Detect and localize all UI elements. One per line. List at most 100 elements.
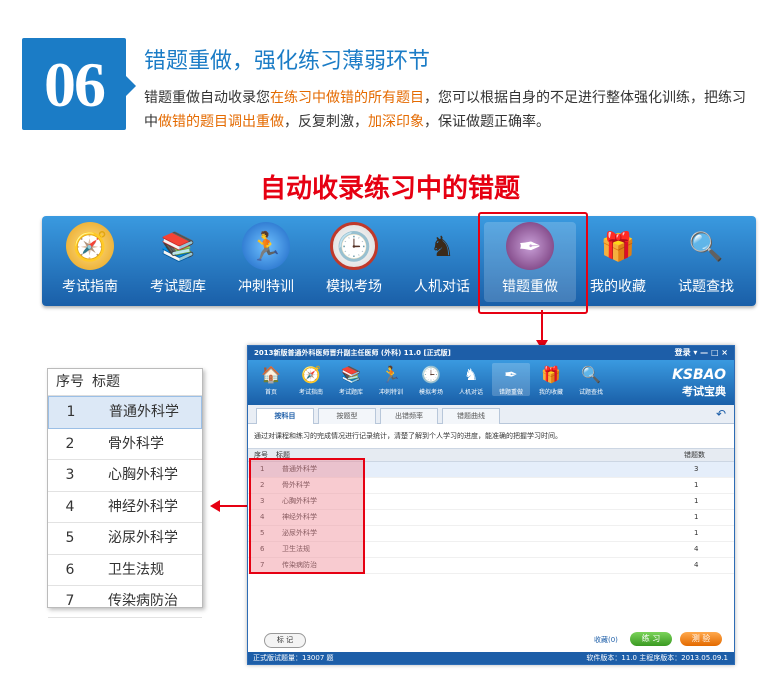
arrow-left-line — [220, 505, 250, 507]
app-nav-redo[interactable]: ✒ 错题重做 — [492, 363, 530, 396]
brand-logo: KSBAO 考试宝典 — [672, 367, 726, 399]
step-number-badge: 06 — [22, 38, 136, 130]
list-header-title: 标题 — [92, 374, 120, 390]
td-count: 1 — [694, 513, 699, 521]
list-item-no: 5 — [65, 530, 75, 546]
books-icon: 📚 — [160, 229, 196, 263]
nav-question-search[interactable]: 🔍 试题查找 — [660, 222, 752, 302]
app-nav-favorites[interactable]: 🎁 我的收藏 — [532, 363, 570, 396]
td-count: 4 — [694, 561, 699, 569]
list-item[interactable]: 2 骨外科学 — [48, 429, 202, 460]
mark-button[interactable]: 标 记 — [264, 633, 306, 648]
list-item-no: 1 — [66, 404, 76, 420]
desc-highlight-3: 加深印象 — [368, 114, 424, 130]
runner-icon: 🏃 — [242, 222, 290, 270]
td-count: 1 — [694, 529, 699, 537]
nav-label: 考试题库 — [150, 279, 206, 295]
app-nav-mock[interactable]: 🕒 模拟考场 — [412, 363, 450, 396]
nav-question-bank[interactable]: 📚 考试题库 — [132, 222, 224, 302]
app-nav-label: 首页 — [264, 389, 277, 396]
nav-mock-exam[interactable]: 🕒 模拟考场 — [308, 222, 400, 302]
tab-by-type[interactable]: 按题型 — [318, 408, 376, 424]
list-header-no: 序号 — [56, 374, 84, 390]
desc-highlight-1: 在练习中做错的所有题目 — [270, 90, 424, 106]
books-icon: 📚 — [341, 365, 361, 384]
app-nav-sprint[interactable]: 🏃 冲刺特训 — [372, 363, 410, 396]
gift-box-icon: 🎁 — [541, 365, 561, 384]
runner-icon: 🏃 — [381, 365, 401, 384]
tab-error-frequency[interactable]: 出错频率 — [380, 408, 438, 424]
list-item-no: 3 — [65, 467, 75, 483]
app-nav-label: 模拟考场 — [418, 389, 443, 396]
nav-label: 考试指南 — [62, 279, 118, 295]
list-item[interactable]: 5 泌尿外科学 — [48, 523, 202, 555]
back-arrow-icon[interactable]: ↶ — [716, 407, 726, 421]
td-count: 1 — [694, 497, 699, 505]
step-number: 06 — [44, 49, 106, 120]
app-nav-label: 考试题库 — [338, 389, 363, 396]
tab-by-subject[interactable]: 按科目 — [256, 408, 314, 424]
nav-label: 试题查找 — [678, 279, 734, 295]
desc-part-4: ，保证做题正确率。 — [424, 114, 550, 130]
clock-icon: 🕒 — [421, 365, 441, 384]
td-count: 3 — [694, 465, 699, 473]
app-nav-question-bank[interactable]: 📚 考试题库 — [332, 363, 370, 396]
list-item[interactable]: 7 传染病防治 — [48, 586, 202, 618]
feature-heading: 错题重做，强化练习薄弱环节 — [144, 49, 431, 74]
nav-man-machine-dialog[interactable]: ♞ 人机对话 — [396, 222, 488, 302]
list-item[interactable]: 6 卫生法规 — [48, 555, 202, 586]
collect-link[interactable]: 收藏(0) — [594, 635, 618, 645]
feature-description: 错题重做自动收录您在练习中做错的所有题目，您可以根据自身的不足进行整体强化训练，… — [144, 86, 754, 134]
section-title: 自动收录练习中的错题 — [259, 174, 520, 204]
app-title: 2013新版普通外科医师晋升副主任医师 (外科) 11.0 [正式版] — [254, 349, 451, 357]
list-item-title: 泌尿外科学 — [108, 530, 178, 546]
nav-label: 冲刺特训 — [238, 279, 294, 295]
td-count: 1 — [694, 481, 699, 489]
home-icon: 🏠 — [261, 365, 281, 384]
window-controls[interactable]: 登录 ▾ — □ × — [675, 346, 728, 360]
main-nav-bar: 🧭 考试指南 📚 考试题库 🏃 冲刺特训 🕒 模拟考场 ♞ 人机对话 ✒ 错题重… — [42, 216, 756, 306]
pen-ink-icon: ✒ — [504, 365, 518, 384]
arrow-left-icon — [210, 500, 220, 512]
zoomed-wrong-question-list: 序号 标题 1 普通外科学 2 骨外科学 3 心胸外科学 4 神经外科学 5 泌尿外科学 … — [47, 368, 203, 618]
nav-exam-guide[interactable]: 🧭 考试指南 — [44, 222, 136, 302]
list-item[interactable]: 1 普通外科学 — [48, 396, 202, 429]
list-item-title: 传染病防治 — [108, 593, 178, 609]
tab-error-curve[interactable]: 错题曲线 — [442, 408, 500, 424]
desc-part-1: 错题重做自动收录您 — [144, 90, 270, 106]
list-item-title: 骨外科学 — [108, 435, 164, 452]
status-version: 软件版本：11.0 主程序版本：2013.05.09.1 — [586, 654, 728, 662]
info-text: 通过对课程和练习的完成情况进行记录统计，清楚了解到个人学习的进度，能准确的把握学… — [254, 432, 562, 440]
practice-button[interactable]: 练 习 — [630, 632, 672, 646]
app-title-bar: 2013新版普通外科医师晋升副主任医师 (外科) 11.0 [正式版] 登录 ▾… — [248, 346, 734, 360]
wrong-list-highlight — [249, 458, 365, 574]
status-bar: 正式版试题量：13007 题 软件版本：11.0 主程序版本：2013.05.0… — [248, 652, 734, 664]
list-item-title: 卫生法规 — [108, 561, 164, 578]
app-nav-bar: 🏠 首页 🧭 考试指南 📚 考试题库 🏃 冲刺特训 🕒 模拟考场 ♞ 人机对话 ✒ 错题重做 … — [248, 360, 734, 405]
chess-knight-icon: ♞ — [463, 365, 479, 384]
app-nav-search[interactable]: 🔍 试题查找 — [572, 363, 610, 396]
list-item-no: 6 — [65, 561, 75, 578]
list-item-no: 2 — [65, 435, 75, 452]
magnifier-icon: 🔍 — [688, 229, 724, 263]
app-nav-label: 人机对话 — [458, 389, 483, 396]
badge-pointer — [126, 76, 136, 96]
td-count: 4 — [694, 545, 699, 553]
test-button[interactable]: 测 验 — [680, 632, 722, 646]
list-item[interactable]: 3 心胸外科学 — [48, 460, 202, 492]
app-nav-exam-guide[interactable]: 🧭 考试指南 — [292, 363, 330, 396]
list-item-no: 7 — [65, 593, 75, 609]
gift-box-icon: 🎁 — [600, 229, 636, 263]
nav-sprint-training[interactable]: 🏃 冲刺特训 — [220, 222, 312, 302]
arrow-down-line — [541, 310, 543, 344]
list-item-title: 心胸外科学 — [108, 467, 178, 483]
app-bottom-bar: 标 记 收藏(0) 练 习 测 验 — [248, 632, 734, 648]
app-nav-home[interactable]: 🏠 首页 — [252, 363, 290, 396]
list-header: 序号 标题 — [48, 369, 202, 396]
app-nav-label: 我的收藏 — [538, 389, 563, 396]
app-nav-dialog[interactable]: ♞ 人机对话 — [452, 363, 490, 396]
desc-part-3: ，反复刺激， — [284, 114, 368, 130]
nav-label: 人机对话 — [414, 279, 470, 295]
list-item[interactable]: 4 神经外科学 — [48, 492, 202, 523]
clock-icon: 🕒 — [330, 222, 378, 270]
